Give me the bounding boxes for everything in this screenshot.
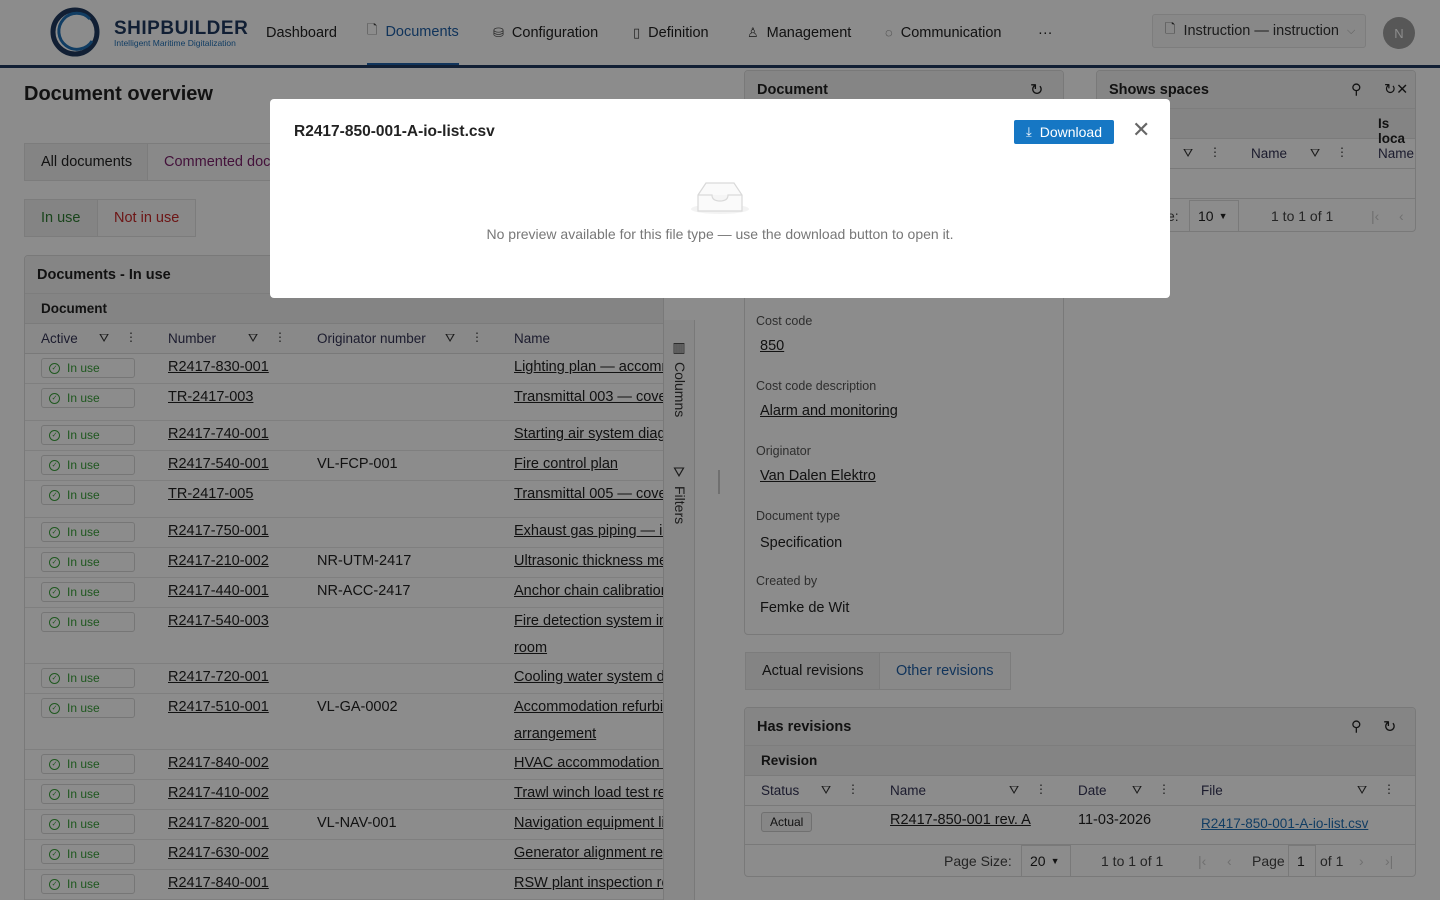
close-icon[interactable]: ✕ <box>1132 117 1150 143</box>
file-preview-modal: R2417-850-001-A-io-list.csv ⤓ Download ✕ … <box>270 99 1170 298</box>
download-button[interactable]: ⤓ Download <box>1014 120 1114 144</box>
empty-inbox-icon <box>691 182 749 214</box>
download-icon: ⤓ <box>1025 124 1032 139</box>
modal-title: R2417-850-001-A-io-list.csv <box>294 123 495 140</box>
empty-preview-message: No preview available for this file type … <box>486 226 954 242</box>
download-label: Download <box>1039 124 1102 140</box>
